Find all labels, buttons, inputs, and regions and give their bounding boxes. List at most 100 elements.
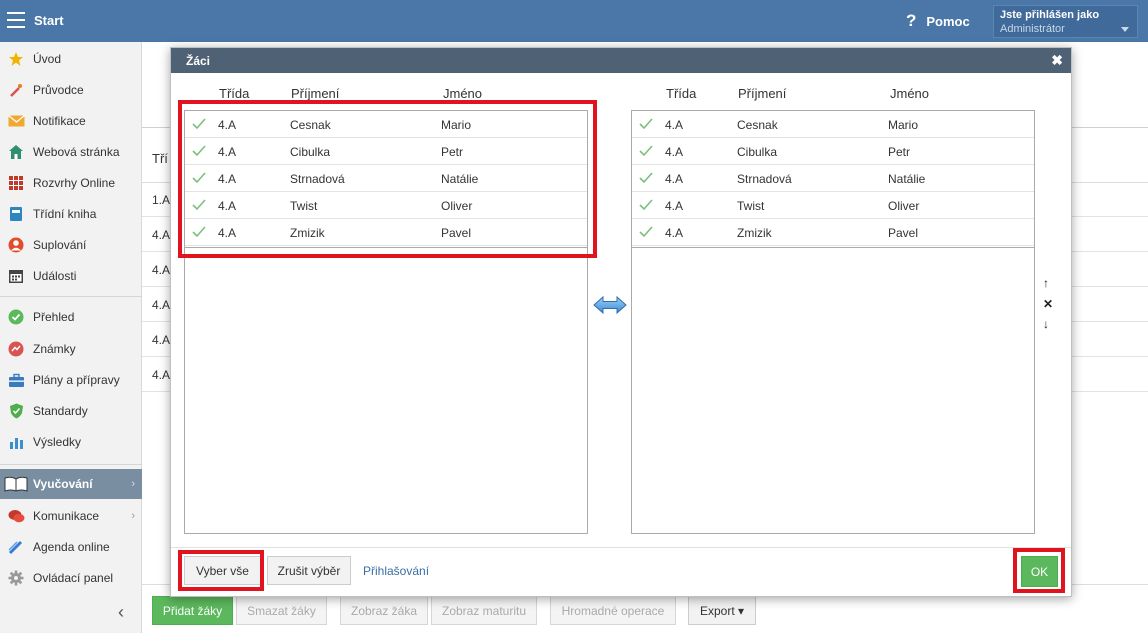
left-col-header-class[interactable]: Třída xyxy=(219,86,249,101)
left-col-header-name[interactable]: Jméno xyxy=(443,86,482,101)
user-menu-caption: Jste přihlášen jako xyxy=(1000,9,1100,21)
sidebar-item-webova-stranka[interactable]: Webová stránka xyxy=(0,137,142,167)
cell-name: Oliver xyxy=(441,199,473,213)
check-icon xyxy=(639,145,653,157)
chevron-right-icon: › xyxy=(131,478,135,490)
check-icon xyxy=(639,199,653,211)
sidebar-item-standardy[interactable]: Standardy xyxy=(0,396,142,426)
swap-arrows-icon[interactable] xyxy=(593,295,627,315)
sidebar-item-label: Třídní kniha xyxy=(33,207,97,221)
sidebar-item-notifikace[interactable]: Notifikace xyxy=(0,106,142,136)
right-col-header-name[interactable]: Jméno xyxy=(890,86,929,101)
sidebar-item-rozvrhy-online[interactable]: Rozvrhy Online xyxy=(0,168,142,198)
list-item[interactable]: 4.A Strnadová Natálie xyxy=(185,165,587,192)
sidebar-item-vysledky[interactable]: Výsledky xyxy=(0,427,142,457)
check-icon xyxy=(192,199,206,211)
sidebar-item-agenda-online[interactable]: Agenda online xyxy=(0,532,142,562)
cell-surname: Twist xyxy=(290,199,318,213)
check-circle-icon xyxy=(7,308,25,326)
cell-class: 4.A xyxy=(218,226,237,240)
list-item[interactable]: 4.A Cesnak Mario xyxy=(632,111,1034,138)
help-button[interactable]: ? Pomoc xyxy=(906,11,970,31)
wand-icon xyxy=(7,81,25,99)
help-icon: ? xyxy=(906,11,917,30)
sidebar-item-uvod[interactable]: Úvod xyxy=(0,44,142,74)
sidebar-item-suplovani[interactable]: Suplování xyxy=(0,230,142,260)
show-student-button[interactable]: Zobraz žáka xyxy=(340,596,428,625)
show-exam-button[interactable]: Zobraz maturitu xyxy=(431,596,537,625)
cell-surname: Cesnak xyxy=(737,118,778,132)
list-item[interactable]: 4.A Cibulka Petr xyxy=(632,138,1034,165)
check-icon xyxy=(639,226,653,238)
move-up-icon[interactable]: ↑ xyxy=(1043,276,1049,290)
logins-link[interactable]: Přihlašování xyxy=(363,564,429,578)
table-cell: 4.A xyxy=(152,263,171,277)
cell-name: Pavel xyxy=(441,226,472,240)
cell-class: 4.A xyxy=(665,226,684,240)
list-item[interactable]: 4.A Strnadová Natálie xyxy=(632,165,1034,192)
sidebar: Úvod Průvodce Notifikace Webová stránka … xyxy=(0,42,142,633)
pen-icon xyxy=(7,538,25,556)
envelope-icon xyxy=(7,112,25,130)
export-button[interactable]: Export ▾ xyxy=(688,596,756,625)
hamburger-menu-icon[interactable] xyxy=(7,12,25,28)
list-item[interactable]: 4.A Twist Oliver xyxy=(632,192,1034,219)
cell-class: 4.A xyxy=(665,172,684,186)
left-col-header-surname[interactable]: Příjmení xyxy=(291,86,339,101)
open-book-icon xyxy=(4,475,28,493)
check-icon xyxy=(192,145,206,157)
sidebar-item-prehled[interactable]: Přehled xyxy=(0,302,142,332)
home-icon xyxy=(7,143,25,161)
remove-icon[interactable]: ✕ xyxy=(1043,297,1053,311)
chevron-down-icon xyxy=(1121,27,1129,32)
sidebar-item-komunikace[interactable]: Komunikace › xyxy=(0,501,142,531)
list-item[interactable]: 4.A Cesnak Mario xyxy=(185,111,587,138)
sidebar-item-label: Agenda online xyxy=(33,540,110,554)
cell-name: Mario xyxy=(441,118,472,132)
cell-surname: Cibulka xyxy=(290,145,331,159)
help-label: Pomoc xyxy=(926,13,970,29)
sidebar-item-label: Webová stránka xyxy=(33,145,120,159)
app-title[interactable]: Start xyxy=(34,13,64,28)
list-item[interactable]: 4.A Twist Oliver xyxy=(185,192,587,219)
list-item[interactable]: 4.A Cibulka Petr xyxy=(185,138,587,165)
sidebar-item-label: Úvod xyxy=(33,52,62,66)
cell-name: Natálie xyxy=(888,172,926,186)
close-icon[interactable]: ✖ xyxy=(1051,52,1063,69)
right-col-header-class[interactable]: Třída xyxy=(666,86,696,101)
move-down-icon[interactable]: ↓ xyxy=(1043,317,1049,331)
sidebar-item-plany-a-pripravy[interactable]: Plány a přípravy xyxy=(0,365,142,395)
sidebar-item-pruvodce[interactable]: Průvodce xyxy=(0,75,142,105)
check-icon xyxy=(192,226,206,238)
shield-icon xyxy=(7,402,25,420)
sidebar-item-label: Komunikace xyxy=(33,509,100,523)
dialog-footer-divider xyxy=(171,547,1071,548)
user-menu[interactable]: Jste přihlášen jako Administrátor xyxy=(993,5,1138,38)
sidebar-item-vyucovani[interactable]: Vyučování › xyxy=(0,469,142,499)
cancel-selection-button[interactable]: Zrušit výběr xyxy=(267,556,351,585)
sidebar-item-label: Rozvrhy Online xyxy=(33,176,116,190)
delete-students-button[interactable]: Smazat žáky xyxy=(236,596,327,625)
top-bar: Start ? Pomoc Jste přihlášen jako Admini… xyxy=(0,0,1148,42)
cell-name: Natálie xyxy=(441,172,479,186)
add-students-button[interactable]: Přidat žáky xyxy=(152,596,233,625)
list-item[interactable]: 4.A Zmizik Pavel xyxy=(632,219,1034,246)
sidebar-item-udalosti[interactable]: Události xyxy=(0,261,142,291)
sidebar-item-label: Plány a přípravy xyxy=(33,373,120,387)
select-all-button[interactable]: Vyber vše xyxy=(184,556,261,585)
ok-button[interactable]: OK xyxy=(1021,556,1058,587)
available-students-list: 4.A Cesnak Mario 4.A Cibulka Petr 4.A St… xyxy=(184,110,588,534)
list-item[interactable]: 4.A Zmizik Pavel xyxy=(185,219,587,246)
sidebar-item-ovladaci-panel[interactable]: Ovládací panel xyxy=(0,563,142,593)
chevron-right-icon: › xyxy=(131,510,135,522)
sidebar-item-tridni-kniha[interactable]: Třídní kniha xyxy=(0,199,142,229)
sidebar-item-znamky[interactable]: Známky xyxy=(0,334,142,364)
cell-surname: Strnadová xyxy=(737,172,792,186)
right-col-header-surname[interactable]: Příjmení xyxy=(738,86,786,101)
table-header-label: Tří xyxy=(152,151,168,166)
sidebar-item-label: Suplování xyxy=(33,238,87,252)
collapse-sidebar-icon[interactable]: ‹ xyxy=(118,602,124,623)
chat-icon xyxy=(7,507,25,525)
sidebar-item-label: Notifikace xyxy=(33,114,86,128)
bulk-operations-button[interactable]: Hromadné operace xyxy=(550,596,676,625)
